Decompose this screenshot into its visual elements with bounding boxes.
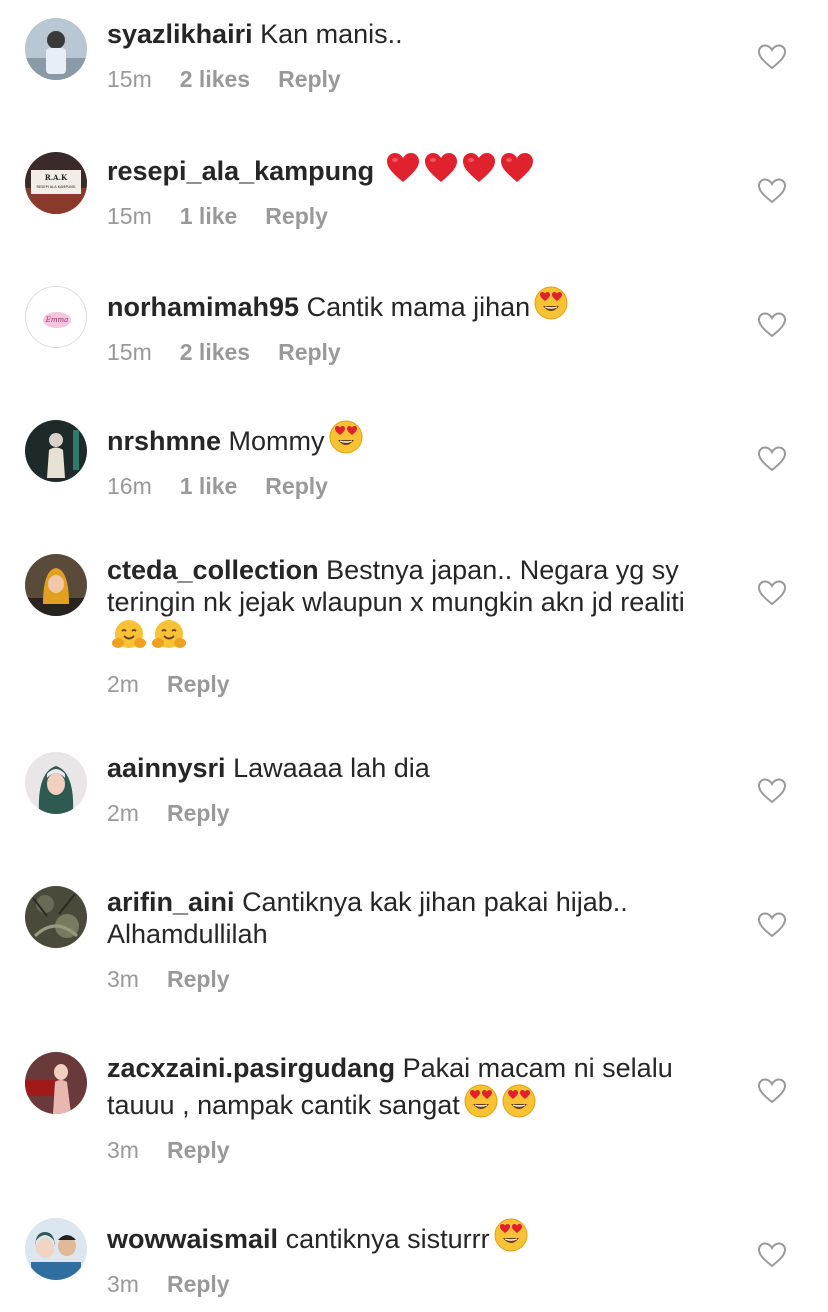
comment-text: norhamimah95 Cantik mama jihan	[107, 286, 707, 323]
comment-text: cteda_collection Bestnya japan.. Negara …	[107, 554, 707, 655]
username[interactable]: cteda_collection	[107, 555, 319, 585]
avatar[interactable]	[25, 554, 87, 616]
comment-text: arifin_aini Cantiknya kak jihan pakai hi…	[107, 886, 707, 950]
comment-text: wowwaismail cantiknya sisturrr	[107, 1218, 707, 1255]
comment-text: zacxzaini.pasirgudang Pakai macam ni sel…	[107, 1052, 707, 1121]
comment-meta: 3m Reply	[107, 1135, 707, 1165]
like-heart-icon[interactable]	[758, 1242, 786, 1268]
avatar[interactable]	[25, 18, 87, 80]
like-heart-icon[interactable]	[758, 580, 786, 606]
username[interactable]: arifin_aini	[107, 887, 235, 917]
emoji-group	[382, 153, 534, 186]
emoji-group	[460, 1084, 536, 1120]
username[interactable]: zacxzaini.pasirgudang	[107, 1053, 395, 1083]
like-heart-icon[interactable]	[758, 178, 786, 204]
timestamp: 3m	[107, 966, 139, 992]
username[interactable]: resepi_ala_kampung	[107, 156, 374, 186]
reply-button[interactable]: Reply	[167, 1271, 230, 1297]
heart-emoji-icon	[500, 152, 534, 184]
comment-body: Kan manis..	[260, 19, 403, 49]
heart-emoji-icon	[386, 152, 420, 184]
reply-button[interactable]: Reply	[167, 800, 230, 826]
like-heart-icon[interactable]	[758, 1078, 786, 1104]
heart-eyes-emoji-icon	[464, 1084, 498, 1118]
reply-button[interactable]: Reply	[278, 66, 341, 92]
heart-emoji-icon	[462, 152, 496, 184]
avatar-script-text: Emma	[45, 316, 69, 324]
comment-meta: 15m 2 likes Reply	[107, 64, 707, 94]
avatar[interactable]	[25, 1218, 87, 1280]
like-heart-icon[interactable]	[758, 446, 786, 472]
username[interactable]: wowwaismail	[107, 1224, 278, 1254]
heart-emoji-icon	[424, 152, 458, 184]
avatar[interactable]	[25, 1052, 87, 1114]
avatar-badge-text: R.A.K	[45, 173, 68, 182]
likes-count[interactable]: 2 likes	[180, 66, 250, 92]
avatar[interactable]	[25, 886, 87, 948]
likes-count[interactable]: 1 like	[180, 203, 238, 229]
comment-body: Mommy	[228, 426, 325, 456]
comment-meta: 2m Reply	[107, 798, 707, 828]
reply-button[interactable]: Reply	[167, 671, 230, 697]
heart-eyes-emoji-icon	[494, 1218, 528, 1252]
comment-meta: 15m 2 likes Reply	[107, 337, 707, 367]
heart-eyes-emoji-icon	[534, 286, 568, 320]
emoji-group	[325, 420, 363, 456]
comment-text: aainnysri Lawaaaa lah dia	[107, 752, 707, 784]
avatar-sub-text: RESEPI ALA KAMPUNG	[37, 185, 76, 189]
emoji-group	[490, 1218, 528, 1254]
timestamp: 15m	[107, 203, 152, 229]
avatar[interactable]: Emma	[25, 286, 87, 348]
comment-body: Lawaaaa lah dia	[233, 753, 430, 783]
comment-meta: 3m Reply	[107, 964, 707, 994]
likes-count[interactable]: 2 likes	[180, 339, 250, 365]
comment-meta: 16m 1 like Reply	[107, 471, 707, 501]
reply-button[interactable]: Reply	[167, 1137, 230, 1163]
comment-meta: 2m Reply	[107, 669, 707, 699]
timestamp: 3m	[107, 1137, 139, 1163]
hug-emoji-icon	[111, 618, 147, 652]
comment-text: resepi_ala_kampung	[107, 152, 707, 187]
reply-button[interactable]: Reply	[265, 473, 328, 499]
timestamp: 2m	[107, 800, 139, 826]
timestamp: 15m	[107, 339, 152, 365]
emoji-group	[530, 286, 568, 322]
username[interactable]: norhamimah95	[107, 292, 299, 322]
like-heart-icon[interactable]	[758, 778, 786, 804]
reply-button[interactable]: Reply	[167, 966, 230, 992]
heart-eyes-emoji-icon	[502, 1084, 536, 1118]
heart-eyes-emoji-icon	[329, 420, 363, 454]
comment-body: Cantik mama jihan	[306, 292, 531, 322]
timestamp: 15m	[107, 66, 152, 92]
like-heart-icon[interactable]	[758, 912, 786, 938]
avatar[interactable]: R.A.K RESEPI ALA KAMPUNG	[25, 152, 87, 214]
comments-list: syazlikhairi Kan manis.. 15m 2 likes Reply…	[0, 0, 828, 1312]
likes-count[interactable]: 1 like	[180, 473, 238, 499]
hug-emoji-icon	[151, 618, 187, 652]
username[interactable]: nrshmne	[107, 426, 221, 456]
comment-meta: 3m Reply	[107, 1269, 707, 1299]
timestamp: 3m	[107, 1271, 139, 1297]
comment-text: nrshmne Mommy	[107, 420, 707, 457]
like-heart-icon[interactable]	[758, 312, 786, 338]
username[interactable]: syazlikhairi	[107, 19, 253, 49]
emoji-group	[107, 620, 187, 654]
timestamp: 2m	[107, 671, 139, 697]
comment-body: cantiknya sisturrr	[285, 1224, 490, 1254]
comment-meta: 15m 1 like Reply	[107, 201, 707, 231]
avatar[interactable]	[25, 420, 87, 482]
reply-button[interactable]: Reply	[278, 339, 341, 365]
avatar[interactable]	[25, 752, 87, 814]
reply-button[interactable]: Reply	[265, 203, 328, 229]
comment-text: syazlikhairi Kan manis..	[107, 18, 707, 50]
timestamp: 16m	[107, 473, 152, 499]
like-heart-icon[interactable]	[758, 44, 786, 70]
username[interactable]: aainnysri	[107, 753, 226, 783]
